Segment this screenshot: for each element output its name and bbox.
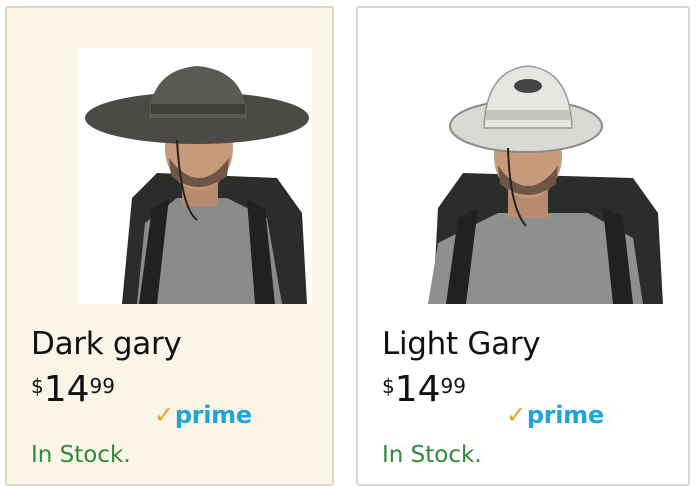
product-image-light-hat[interactable] — [418, 48, 668, 304]
product-price: $1499 — [31, 372, 115, 408]
price-fraction: 99 — [89, 374, 115, 398]
stock-status: In Stock. — [31, 442, 131, 468]
product-price: $1499 — [382, 372, 466, 408]
prime-badge: ✓prime — [154, 401, 252, 429]
prime-check-icon: ✓ — [506, 401, 526, 429]
price-currency-symbol: $ — [31, 374, 44, 398]
price-fraction: 99 — [440, 374, 466, 398]
price-whole: 14 — [43, 369, 90, 410]
prime-label: prime — [174, 401, 252, 429]
product-card-light-gray[interactable]: Light Gary $1499 ✓prime In Stock. — [356, 6, 690, 486]
prime-badge: ✓prime — [506, 401, 604, 429]
hiker-hat-illustration-light — [428, 65, 663, 304]
prime-label: prime — [526, 401, 604, 429]
product-card-dark-gray[interactable]: Dark gary $1499 ✓prime In Stock. — [5, 6, 334, 486]
prime-check-icon: ✓ — [154, 401, 174, 429]
product-name[interactable]: Dark gary — [31, 326, 182, 362]
price-currency-symbol: $ — [382, 374, 395, 398]
price-whole: 14 — [394, 369, 441, 410]
product-image-dark-hat[interactable] — [77, 48, 312, 304]
product-name[interactable]: Light Gary — [382, 326, 541, 362]
stock-status: In Stock. — [382, 442, 482, 468]
hiker-hat-illustration-dark — [85, 66, 309, 304]
